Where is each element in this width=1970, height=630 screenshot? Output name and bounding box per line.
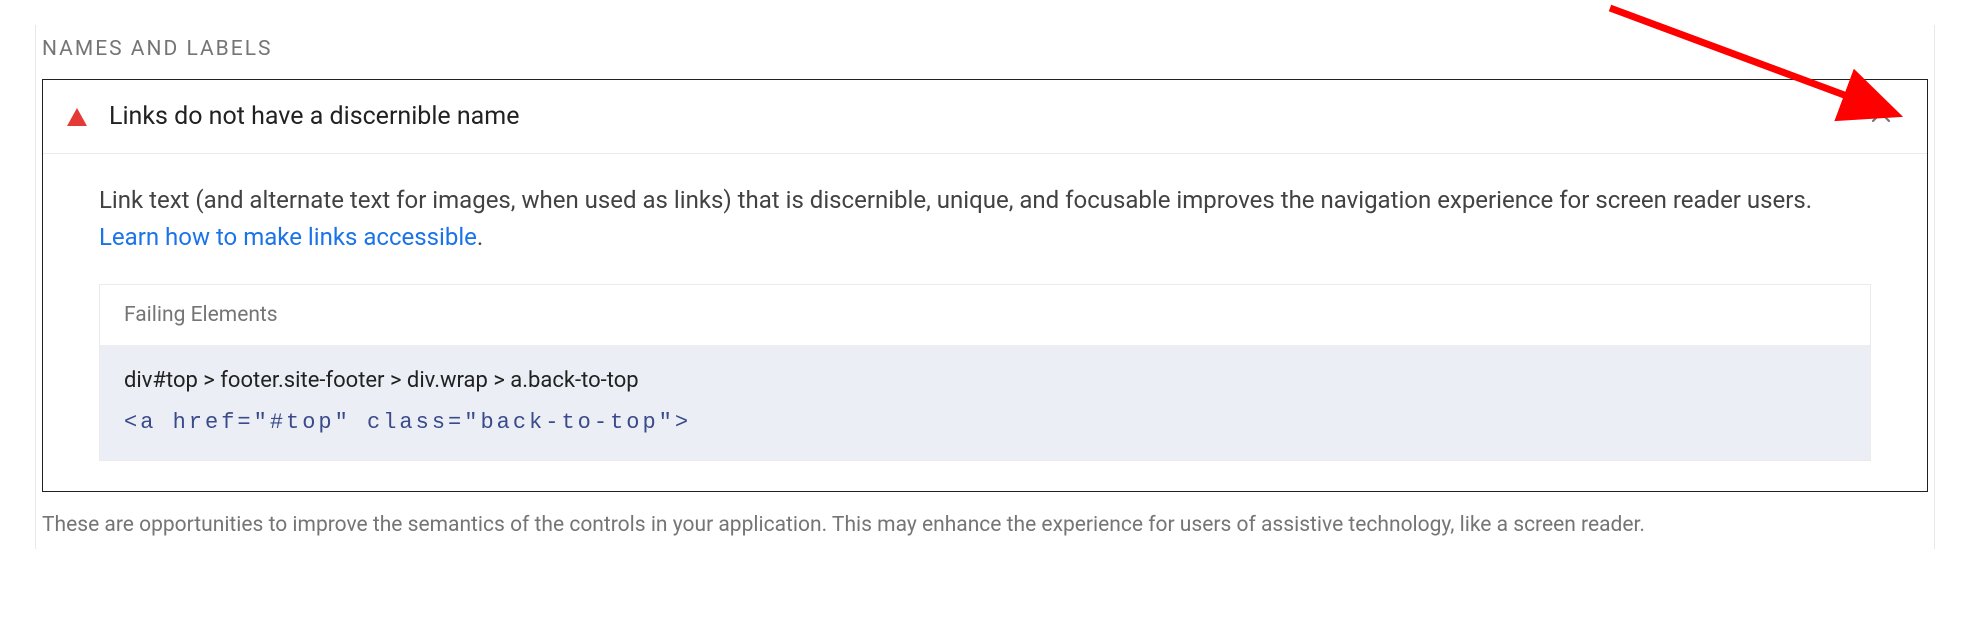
warning-triangle-icon <box>67 108 87 126</box>
description-text: Link text (and alternate text for images… <box>99 186 1812 214</box>
section-footer-note: These are opportunities to improve the s… <box>36 492 1934 542</box>
audit-title: Links do not have a discernible name <box>109 102 1865 131</box>
description-period: . <box>477 223 483 251</box>
failing-elements-box: Failing Elements div#top > footer.site-f… <box>99 284 1871 460</box>
learn-more-link[interactable]: Learn how to make links accessible <box>99 223 477 251</box>
failing-elements-header: Failing Elements <box>100 285 1870 345</box>
audit-header-row[interactable]: Links do not have a discernible name <box>43 80 1927 154</box>
html-snippet: <a href="#top" class="back-to-top"> <box>124 405 1846 440</box>
audit-panel: NAMES AND LABELS Links do not have a dis… <box>35 25 1935 549</box>
audit-description: Link text (and alternate text for images… <box>99 182 1871 256</box>
section-title: NAMES AND LABELS <box>36 37 1934 79</box>
failing-element-entry: div#top > footer.site-footer > div.wrap … <box>100 345 1870 459</box>
chevron-up-icon <box>1871 111 1891 123</box>
audit-card: Links do not have a discernible name Lin… <box>42 79 1928 492</box>
audit-body: Link text (and alternate text for images… <box>43 154 1927 491</box>
collapse-toggle[interactable] <box>1865 107 1897 127</box>
css-selector-path: div#top > footer.site-footer > div.wrap … <box>124 363 1846 398</box>
